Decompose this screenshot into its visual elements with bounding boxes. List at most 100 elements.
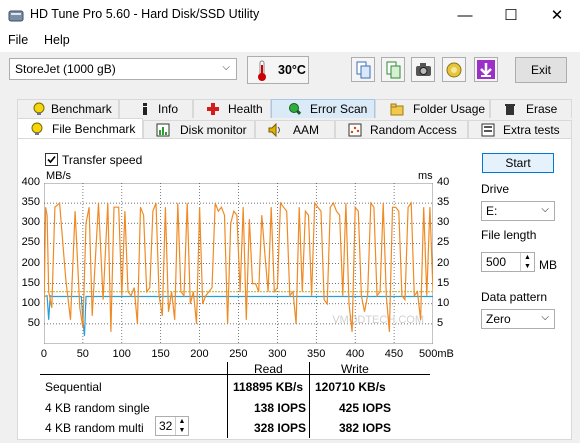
x-tick-label: 50 bbox=[76, 348, 89, 360]
file-length-unit: MB bbox=[539, 258, 557, 272]
tab-info[interactable]: Info bbox=[119, 99, 193, 118]
x-tick-label: 0 bbox=[40, 348, 48, 360]
tab-aam[interactable]: AAM bbox=[255, 120, 335, 139]
sequential-write: 120710 KB/s bbox=[315, 380, 386, 394]
file-length-value: 500 bbox=[486, 255, 507, 269]
maximize-icon[interactable]: ☐ bbox=[488, 0, 534, 31]
y-tick-label-right: 5 bbox=[437, 316, 444, 329]
file-benchmark-icon bbox=[31, 122, 43, 135]
y-tick-label-left: 150 bbox=[21, 276, 40, 289]
checkmark-icon bbox=[47, 155, 56, 164]
y-tick-label-right: 30 bbox=[437, 216, 450, 229]
file-length-label: File length bbox=[481, 228, 537, 242]
options-button[interactable] bbox=[442, 57, 466, 82]
sequential-read: 118895 KB/s bbox=[233, 380, 304, 394]
thermometer-icon bbox=[258, 60, 266, 81]
y-tick-label-right: 15 bbox=[437, 276, 450, 289]
close-icon[interactable]: ✕ bbox=[534, 0, 580, 31]
tab-label: Info bbox=[158, 102, 179, 116]
tab-label: Disk monitor bbox=[180, 123, 247, 137]
y-tick-label-left: 50 bbox=[27, 316, 40, 329]
y-tick-label-left: 250 bbox=[21, 236, 40, 249]
y-tick-label-left: 100 bbox=[21, 296, 40, 309]
row-label: 4 KB random multi bbox=[45, 421, 144, 435]
chevron-down-icon: ⌵ bbox=[222, 62, 230, 73]
drive-dropdown[interactable]: StoreJet (1000 gB) ⌵ bbox=[9, 58, 237, 80]
screenshot-button[interactable] bbox=[411, 57, 435, 82]
tab-label: Erase bbox=[526, 102, 558, 116]
tab-label: Folder Usage bbox=[413, 102, 486, 116]
random-access-icon bbox=[348, 123, 362, 137]
tab-health[interactable]: Health bbox=[193, 99, 271, 118]
download-arrow-icon bbox=[477, 60, 495, 79]
minimize-icon[interactable]: — bbox=[442, 0, 488, 31]
extra-tests-icon bbox=[481, 123, 495, 137]
x-tick-label: 250 bbox=[229, 348, 248, 360]
tab-erase[interactable]: Erase bbox=[490, 99, 572, 118]
write-column-header: Write bbox=[341, 362, 369, 376]
tab-file-benchmark[interactable]: File Benchmark bbox=[17, 118, 143, 139]
y-tick-label-right: 40 bbox=[437, 176, 450, 188]
tab-label: Error Scan bbox=[310, 102, 368, 116]
menu-file[interactable]: File bbox=[8, 33, 28, 47]
app-icon bbox=[8, 8, 24, 24]
menu-help[interactable]: Help bbox=[44, 33, 70, 47]
start-button[interactable]: Start bbox=[482, 153, 554, 173]
x-tick-label: 400 bbox=[345, 348, 365, 360]
tab-label: Benchmark bbox=[51, 102, 112, 116]
copy-info-button[interactable] bbox=[351, 57, 375, 82]
tab-label: AAM bbox=[293, 123, 320, 137]
chevron-down-icon: ⌵ bbox=[541, 204, 549, 215]
x-tick-label: 500mB bbox=[419, 348, 454, 360]
speaker-icon bbox=[268, 123, 280, 137]
tab-random-access[interactable]: Random Access bbox=[335, 120, 468, 139]
random-single-read: 138 IOPS bbox=[254, 401, 307, 415]
tab-label: Random Access bbox=[370, 123, 457, 137]
right-axis-unit: ms bbox=[418, 170, 433, 182]
spinner-icon[interactable]: ▲ ▼ bbox=[520, 253, 534, 271]
y-tick-label-left: 350 bbox=[21, 196, 40, 209]
tab-label: File Benchmark bbox=[52, 122, 136, 136]
drive-combo[interactable]: E: ⌵ bbox=[481, 201, 555, 221]
transfer-speed-label: Transfer speed bbox=[62, 153, 143, 167]
camera-icon bbox=[416, 63, 431, 76]
exit-button[interactable]: Exit bbox=[515, 57, 567, 83]
tab-error-scan[interactable]: Error Scan bbox=[271, 99, 375, 118]
chevron-down-icon: ⌵ bbox=[541, 312, 549, 323]
copy-all-button[interactable] bbox=[381, 57, 405, 82]
transfer-speed-chart: VMODTECH.COM bbox=[44, 183, 433, 344]
random-single-write: 425 IOPS bbox=[339, 401, 392, 415]
random-multi-read: 328 IOPS bbox=[254, 421, 307, 435]
y-tick-label-left: 300 bbox=[21, 216, 40, 229]
left-axis-unit: MB/s bbox=[46, 170, 72, 182]
queue-depth-stepper[interactable]: 32 ▲ ▼ bbox=[155, 416, 189, 436]
tab-extra-tests[interactable]: Extra tests bbox=[468, 120, 572, 139]
table-divider bbox=[40, 374, 430, 375]
benchmark-icon bbox=[33, 102, 45, 115]
table-divider bbox=[227, 362, 228, 438]
data-pattern-value: Zero bbox=[486, 312, 511, 326]
tab-folder-usage[interactable]: Folder Usage bbox=[375, 99, 490, 118]
x-tick-label: 300 bbox=[268, 348, 287, 360]
save-button[interactable] bbox=[474, 57, 498, 82]
error-scan-icon bbox=[289, 103, 302, 115]
tab-label: Extra tests bbox=[503, 123, 560, 137]
wrench-icon bbox=[446, 62, 462, 78]
y-tick-label-left: 400 bbox=[21, 176, 40, 188]
x-tick-label: 350 bbox=[307, 348, 326, 360]
file-length-input[interactable]: 500 ▲ ▼ bbox=[481, 252, 535, 272]
info-icon bbox=[143, 103, 147, 115]
transfer-speed-checkbox[interactable] bbox=[45, 153, 58, 166]
watermark: VMODTECH.COM bbox=[332, 314, 424, 326]
queue-depth-value: 32 bbox=[159, 419, 173, 433]
x-tick-label: 200 bbox=[190, 348, 209, 360]
spinner-icon[interactable]: ▲ ▼ bbox=[175, 417, 188, 435]
y-tick-label-left: 200 bbox=[21, 256, 40, 269]
row-label: Sequential bbox=[45, 380, 102, 394]
window-title: HD Tune Pro 5.60 - Hard Disk/SSD Utility bbox=[30, 7, 260, 21]
tab-benchmark[interactable]: Benchmark bbox=[17, 99, 119, 118]
tab-disk-monitor[interactable]: Disk monitor bbox=[143, 120, 255, 139]
temperature-value: 30°C bbox=[278, 63, 306, 77]
read-column-header: Read bbox=[254, 362, 283, 376]
data-pattern-combo[interactable]: Zero ⌵ bbox=[481, 309, 555, 329]
